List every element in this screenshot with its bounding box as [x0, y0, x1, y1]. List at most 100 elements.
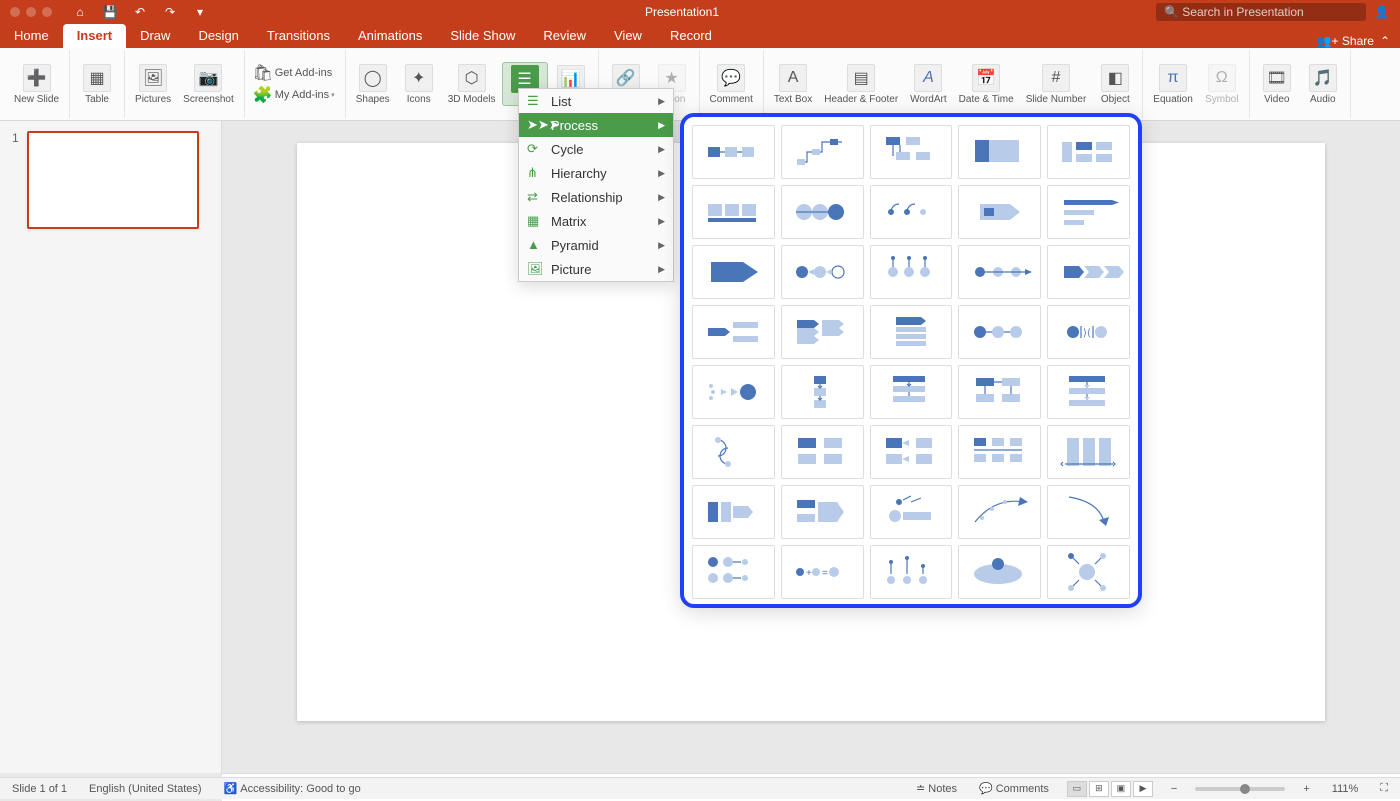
get-addins-button[interactable]: 🛍Get Add-ins	[249, 62, 338, 84]
reading-view-button[interactable]: ▣	[1111, 781, 1131, 797]
smartart-process-option-39[interactable]	[958, 545, 1041, 599]
smartart-matrix-item[interactable]: ▦ Matrix ▶	[519, 209, 673, 233]
slide-thumbnail-1[interactable]: 1	[12, 131, 209, 229]
save-icon[interactable]: 💾	[102, 4, 118, 20]
smartart-process-option-7[interactable]	[781, 185, 864, 239]
video-button[interactable]: 🎞Video	[1254, 62, 1300, 107]
zoom-handle[interactable]	[1240, 784, 1250, 794]
notes-toggle[interactable]: ≐ Notes	[912, 782, 961, 795]
user-account-icon[interactable]: 👤	[1374, 4, 1390, 20]
tab-draw[interactable]: Draw	[126, 24, 184, 48]
smartart-process-option-2[interactable]	[781, 125, 864, 179]
new-slide-button[interactable]: ➕New Slide	[8, 62, 65, 107]
normal-view-button[interactable]: ▭	[1067, 781, 1087, 797]
comments-toggle[interactable]: 💬 Comments	[975, 782, 1053, 795]
smartart-process-option-26[interactable]	[692, 425, 775, 479]
customize-qat-icon[interactable]: ▾	[192, 4, 208, 20]
smartart-list-item[interactable]: ☰ List ▶	[519, 89, 673, 113]
close-window-icon[interactable]	[10, 7, 20, 17]
smartart-process-option-37[interactable]: +=	[781, 545, 864, 599]
tab-view[interactable]: View	[600, 24, 656, 48]
smartart-process-option-32[interactable]	[781, 485, 864, 539]
smartart-process-option-30[interactable]	[1047, 425, 1130, 479]
redo-icon[interactable]: ↷	[162, 4, 178, 20]
autosave-icon[interactable]: ⌂	[72, 4, 88, 20]
smartart-process-option-15[interactable]	[1047, 245, 1130, 299]
share-button[interactable]: 👥+ Share	[1317, 34, 1374, 48]
smartart-process-option-40[interactable]	[1047, 545, 1130, 599]
smartart-process-option-24[interactable]	[958, 365, 1041, 419]
smartart-process-option-16[interactable]	[692, 305, 775, 359]
fit-to-window-button[interactable]: ⛶	[1376, 782, 1392, 795]
smartart-process-option-18[interactable]	[870, 305, 953, 359]
tab-insert[interactable]: Insert	[63, 24, 126, 48]
smartart-process-item[interactable]: ➤➤➤ Process ▶	[519, 113, 673, 137]
smartart-relationship-item[interactable]: ⇄ Relationship ▶	[519, 185, 673, 209]
tab-home[interactable]: Home	[0, 24, 63, 48]
accessibility-checker[interactable]: ♿Accessibility: Good to go	[220, 782, 365, 795]
zoom-level[interactable]: 111%	[1328, 783, 1363, 795]
slide-number-button[interactable]: #Slide Number	[1020, 62, 1093, 107]
smartart-process-option-3[interactable]	[870, 125, 953, 179]
smartart-process-option-10[interactable]	[1047, 185, 1130, 239]
table-button[interactable]: ▦Table	[74, 62, 120, 107]
text-box-button[interactable]: AText Box	[768, 62, 818, 107]
smartart-process-option-19[interactable]	[958, 305, 1041, 359]
slide-counter[interactable]: Slide 1 of 1	[8, 783, 71, 795]
smartart-process-option-34[interactable]	[958, 485, 1041, 539]
sorter-view-button[interactable]: ⊞	[1089, 781, 1109, 797]
smartart-process-option-22[interactable]	[781, 365, 864, 419]
zoom-slider[interactable]	[1195, 787, 1285, 791]
object-button[interactable]: ◧Object	[1092, 62, 1138, 107]
smartart-process-option-9[interactable]	[958, 185, 1041, 239]
tab-design[interactable]: Design	[184, 24, 252, 48]
undo-icon[interactable]: ↶	[132, 4, 148, 20]
minimize-window-icon[interactable]	[26, 7, 36, 17]
tab-animations[interactable]: Animations	[344, 24, 436, 48]
smartart-process-option-8[interactable]	[870, 185, 953, 239]
smartart-process-option-28[interactable]	[870, 425, 953, 479]
smartart-process-option-25[interactable]	[1047, 365, 1130, 419]
smartart-process-option-5[interactable]	[1047, 125, 1130, 179]
collapse-ribbon-icon[interactable]: ⌃	[1380, 34, 1390, 48]
tab-review[interactable]: Review	[529, 24, 600, 48]
smartart-pyramid-item[interactable]: ▲ Pyramid ▶	[519, 233, 673, 257]
zoom-in-button[interactable]: +	[1299, 783, 1313, 795]
tab-transitions[interactable]: Transitions	[253, 24, 344, 48]
maximize-window-icon[interactable]	[42, 7, 52, 17]
comment-button[interactable]: 💬Comment	[704, 62, 759, 107]
pictures-button[interactable]: 🖼Pictures	[129, 62, 177, 107]
screenshot-button[interactable]: 📷Screenshot	[177, 62, 240, 107]
smartart-cycle-item[interactable]: ⟳ Cycle ▶	[519, 137, 673, 161]
smartart-process-option-29[interactable]	[958, 425, 1041, 479]
smartart-hierarchy-item[interactable]: ⋔ Hierarchy ▶	[519, 161, 673, 185]
zoom-out-button[interactable]: −	[1167, 783, 1181, 795]
date-time-button[interactable]: 📅Date & Time	[953, 62, 1020, 107]
smartart-process-option-12[interactable]	[781, 245, 864, 299]
smartart-process-option-6[interactable]	[692, 185, 775, 239]
smartart-picture-item[interactable]: 🖼 Picture ▶	[519, 257, 673, 281]
tab-record[interactable]: Record	[656, 24, 726, 48]
smartart-process-option-20[interactable]: ⟩⟨	[1047, 305, 1130, 359]
equation-button[interactable]: πEquation	[1147, 62, 1198, 107]
smartart-process-option-17[interactable]	[781, 305, 864, 359]
smartart-process-option-23[interactable]	[870, 365, 953, 419]
smartart-process-option-1[interactable]	[692, 125, 775, 179]
smartart-process-option-35[interactable]	[1047, 485, 1130, 539]
shapes-button[interactable]: ◯Shapes	[350, 62, 396, 107]
my-addins-button[interactable]: 🧩My Add-ins▾	[249, 84, 341, 106]
smartart-process-option-36[interactable]	[692, 545, 775, 599]
smartart-process-option-4[interactable]	[958, 125, 1041, 179]
smartart-process-option-38[interactable]	[870, 545, 953, 599]
icons-button[interactable]: ✦Icons	[396, 62, 442, 107]
header-footer-button[interactable]: ▤Header & Footer	[818, 62, 904, 107]
wordart-button[interactable]: AWordArt	[904, 62, 953, 107]
tab-slide-show[interactable]: Slide Show	[436, 24, 529, 48]
smartart-process-option-31[interactable]	[692, 485, 775, 539]
search-input[interactable]: 🔍 Search in Presentation	[1156, 3, 1366, 21]
3d-models-button[interactable]: ⬡3D Models	[442, 62, 502, 107]
smartart-process-option-13[interactable]	[870, 245, 953, 299]
smartart-process-option-21[interactable]	[692, 365, 775, 419]
language-selector[interactable]: English (United States)	[85, 783, 206, 795]
smartart-process-option-11[interactable]	[692, 245, 775, 299]
